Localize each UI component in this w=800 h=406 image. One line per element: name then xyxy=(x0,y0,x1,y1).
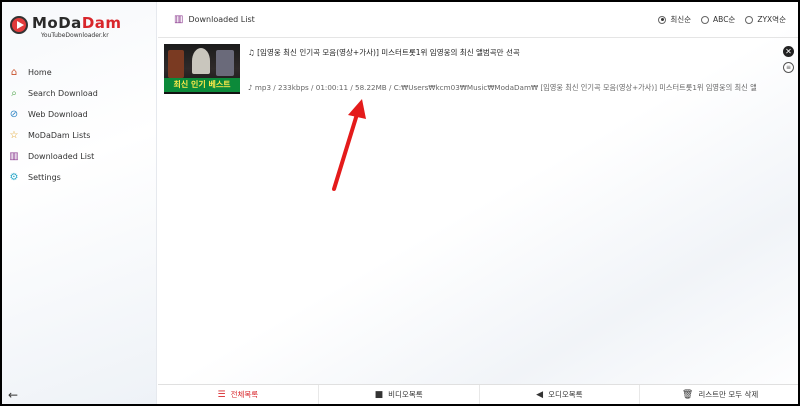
sidebar-item-label: Search Download xyxy=(28,89,98,98)
main-panel: ▥ Downloaded List 최신순 ABC순 ZYX역순 최신 인기 베… xyxy=(158,2,798,404)
audio-file-icon: ♫ xyxy=(248,48,255,57)
download-title: ♫ [임영웅 최신 인기곡 모음(영상+가사)] 미스터트롯1위 임영웅의 최신… xyxy=(248,48,520,57)
footer-bar: ☰ 전체목록 ■ 비디오목록 ◀ 오디오목록 🗑 리스트만 모두 삭제 xyxy=(158,384,798,404)
sidebar-item-label: Home xyxy=(28,68,52,77)
search-icon: ⌕ xyxy=(11,87,17,99)
back-arrow-icon[interactable]: ← xyxy=(8,388,18,402)
app-logo: MoDaDam YouTubeDownloader.kr xyxy=(8,12,148,40)
delete-all-list-button[interactable]: 🗑 리스트만 모두 삭제 xyxy=(640,385,798,404)
download-meta: ♪ mp3 / 233kbps / 01:00:11 / 58.22MB / C… xyxy=(248,83,757,92)
audio-list-button[interactable]: ◀ 오디오목록 xyxy=(480,385,641,404)
library-icon: ▥ xyxy=(9,150,19,162)
sidebar-item-settings[interactable]: ⚙ Settings xyxy=(8,167,153,188)
home-icon: ⌂ xyxy=(10,66,18,78)
sidebar-item-modadam-lists[interactable]: ☆ MoDaDam Lists xyxy=(8,125,153,146)
sidebar-item-label: MoDaDam Lists xyxy=(28,131,91,140)
page-header: ▥ Downloaded List 최신순 ABC순 ZYX역순 xyxy=(158,2,798,38)
sidebar-item-web-download[interactable]: ⊘ Web Download xyxy=(8,104,153,125)
red-arrow-annotation xyxy=(332,99,366,191)
sidebar-nav: ⌂ Home ⌕ Search Download ⊘ Web Download … xyxy=(8,62,153,188)
sort-newest-radio[interactable]: 최신순 xyxy=(658,14,691,25)
video-thumbnail[interactable]: 최신 인기 베스트 xyxy=(164,44,240,94)
video-list-button[interactable]: ■ 비디오목록 xyxy=(319,385,480,404)
globe-icon: ⊘ xyxy=(9,108,19,120)
speaker-icon: ◀ xyxy=(536,389,544,400)
item-options-button[interactable]: ≡ xyxy=(783,62,794,73)
radio-checked-icon xyxy=(658,15,667,24)
page-title-text: Downloaded List xyxy=(188,15,255,24)
download-list-item[interactable]: 최신 인기 베스트 ♫ [임영웅 최신 인기곡 모음(영상+가사)] 미스터트롯… xyxy=(164,42,794,98)
video-camera-icon: ■ xyxy=(374,389,384,400)
sidebar-item-search-download[interactable]: ⌕ Search Download xyxy=(8,83,153,104)
sidebar-item-label: Web Download xyxy=(28,110,88,119)
sidebar-item-label: Downloaded List xyxy=(28,152,95,161)
play-logo-icon xyxy=(10,16,28,34)
logo-title: MoDaDam xyxy=(32,14,122,32)
sort-abc-radio[interactable]: ABC순 xyxy=(701,14,735,25)
thumbnail-caption: 최신 인기 베스트 xyxy=(164,78,240,92)
trash-icon: 🗑 xyxy=(681,389,694,400)
sidebar-item-downloaded-list[interactable]: ▥ Downloaded List xyxy=(8,146,153,167)
radio-unchecked-icon xyxy=(701,15,710,24)
radio-unchecked-icon xyxy=(745,15,754,24)
gear-icon: ⚙ xyxy=(9,171,19,183)
app-window: MoDaDam YouTubeDownloader.kr ⌂ Home ⌕ Se… xyxy=(0,0,800,406)
library-icon: ▥ xyxy=(174,14,184,25)
sort-zyx-radio[interactable]: ZYX역순 xyxy=(745,14,786,25)
music-note-icon: ♪ xyxy=(248,83,253,92)
page-title: ▥ Downloaded List xyxy=(174,14,255,25)
list-icon: ☰ xyxy=(217,389,226,400)
remove-item-button[interactable]: ✕ xyxy=(783,46,794,57)
all-list-button[interactable]: ☰ 전체목록 xyxy=(158,385,319,404)
sidebar: MoDaDam YouTubeDownloader.kr ⌂ Home ⌕ Se… xyxy=(2,2,157,404)
sort-options: 최신순 ABC순 ZYX역순 xyxy=(648,14,786,25)
sidebar-item-home[interactable]: ⌂ Home xyxy=(8,62,153,83)
star-icon: ☆ xyxy=(9,129,19,141)
logo-subtitle: YouTubeDownloader.kr xyxy=(41,32,109,39)
sidebar-item-label: Settings xyxy=(28,173,61,182)
